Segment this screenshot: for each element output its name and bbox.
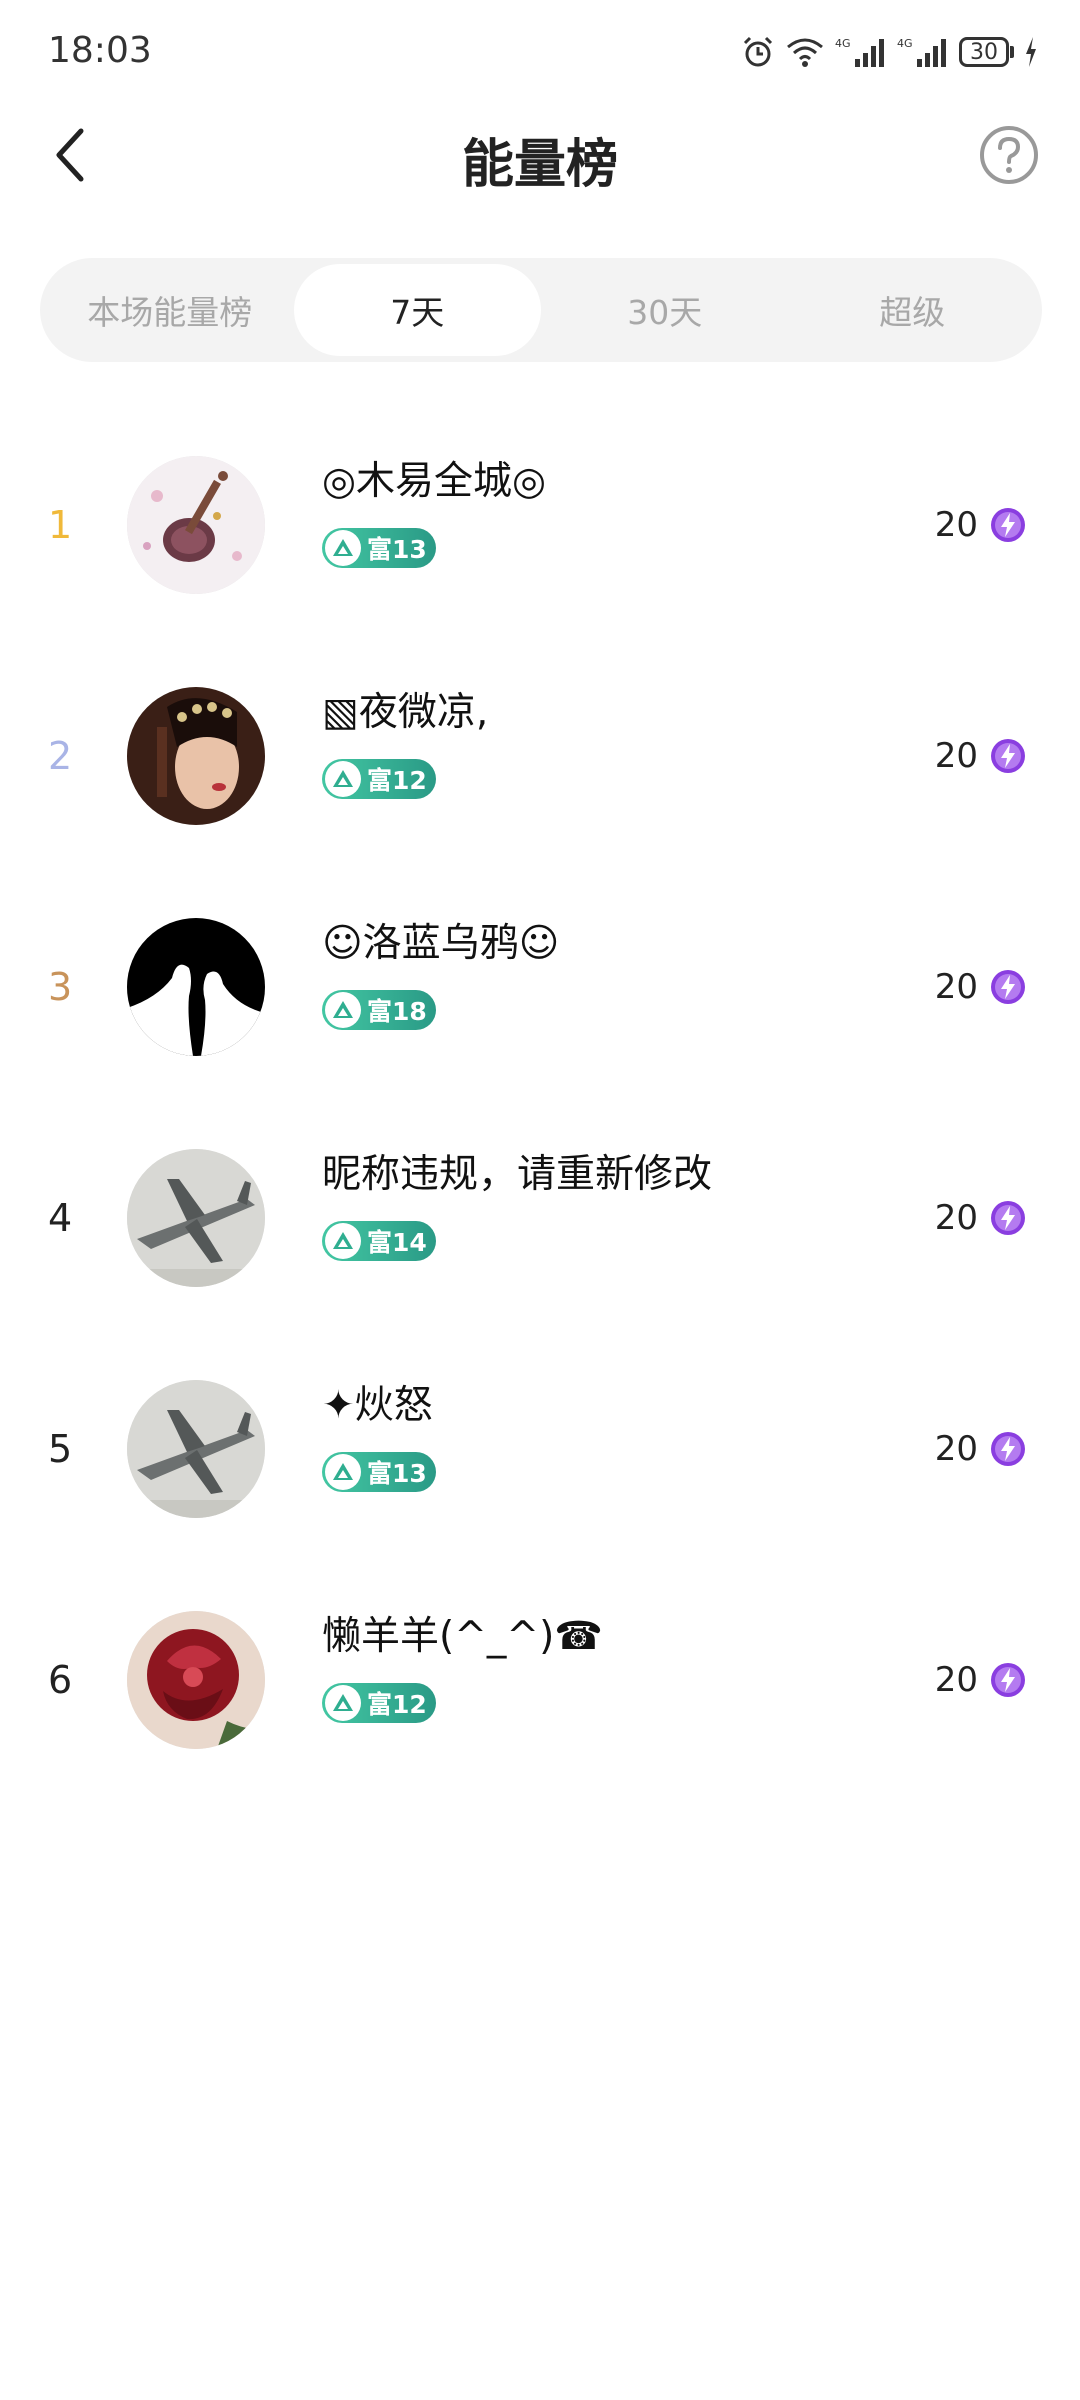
energy-score: 20 (935, 1113, 1026, 1323)
wealth-badge: 富18 (322, 990, 436, 1030)
avatar[interactable] (127, 1611, 265, 1749)
wealth-level: 富13 (367, 1459, 427, 1488)
tab-30-days[interactable]: 30天 (541, 264, 789, 356)
score-value: 20 (934, 1429, 978, 1469)
wealth-level: 富14 (367, 1228, 427, 1257)
wealth-level-icon (325, 992, 361, 1028)
avatar[interactable] (127, 1380, 265, 1518)
avatar[interactable] (127, 1149, 265, 1287)
wealth-badge: 富12 (322, 1683, 436, 1723)
tab-7-days[interactable]: 7天 (293, 264, 541, 356)
battery-icon: 30 (959, 37, 1014, 67)
avatar[interactable] (127, 456, 265, 594)
user-name: ✦炏怒 (322, 1383, 433, 1428)
ranking-row[interactable]: 5 ✦炏怒 富13 20 (0, 1344, 1080, 1575)
wealth-level-icon (325, 761, 361, 797)
ranking-row[interactable]: 1 ◎木易全城◎ 富13 20 (0, 420, 1080, 651)
svg-text:4G: 4G (835, 37, 851, 50)
rank-number: 5 (48, 1427, 73, 1471)
question-circle-icon (980, 126, 1038, 184)
lightning-icon (991, 739, 1025, 773)
wealth-level-icon (325, 1685, 361, 1721)
lightning-icon (991, 1201, 1025, 1235)
lightning-icon (991, 970, 1025, 1004)
status-bar: 18:03 4G 4G 30 (0, 0, 1080, 100)
signal-icon: 4G (835, 35, 887, 69)
wealth-level: 富12 (367, 766, 427, 795)
signal-icon-2: 4G (897, 35, 949, 69)
status-time: 18:03 (48, 30, 152, 71)
wealth-level-icon (325, 1223, 361, 1259)
lightning-icon (991, 508, 1025, 542)
avatar[interactable] (127, 918, 265, 1056)
rank-number: 4 (48, 1196, 73, 1240)
ranking-row[interactable]: 3 ☺洛蓝乌鸦☺ 富18 20 (0, 882, 1080, 1113)
energy-score: 20 (935, 882, 1026, 1092)
wealth-badge: 富13 (322, 528, 436, 568)
period-tabs: 本场能量榜 7天 30天 超级 (40, 258, 1042, 362)
wealth-badge: 富12 (322, 759, 436, 799)
lightning-icon (991, 1663, 1025, 1697)
rank-number: 3 (48, 965, 73, 1009)
tab-super[interactable]: 超级 (789, 264, 1037, 356)
battery-level: 30 (959, 37, 1009, 67)
user-name: ◎木易全城◎ (322, 459, 547, 504)
help-button[interactable] (978, 124, 1040, 186)
ranking-row[interactable]: 4 昵称违规，请重新修改 富14 20 (0, 1113, 1080, 1344)
energy-score: 20 (935, 1344, 1026, 1554)
wealth-level-icon (325, 530, 361, 566)
score-value: 20 (934, 967, 978, 1007)
rank-number: 2 (48, 734, 73, 778)
score-value: 20 (934, 505, 978, 545)
user-name: ▧夜微凉, (322, 690, 489, 735)
user-name: 懒羊羊(^_^)☎ (322, 1614, 603, 1659)
user-name: 昵称违规，请重新修改 (322, 1152, 713, 1197)
wealth-level: 富18 (367, 997, 427, 1026)
wealth-level: 富12 (367, 1690, 427, 1719)
energy-score: 20 (935, 420, 1026, 630)
ranking-row[interactable]: 2 ▧夜微凉, 富12 20 (0, 651, 1080, 882)
lightning-icon (991, 1432, 1025, 1466)
score-value: 20 (934, 736, 978, 776)
wealth-level: 富13 (367, 535, 427, 564)
energy-score: 20 (935, 651, 1026, 861)
wealth-badge: 富13 (322, 1452, 436, 1492)
tab-current-session[interactable]: 本场能量榜 (46, 264, 294, 356)
wifi-icon (785, 35, 825, 69)
user-name: ☺洛蓝乌鸦☺ (322, 921, 560, 966)
avatar[interactable] (127, 687, 265, 825)
rank-number: 1 (48, 503, 73, 547)
page-title: 能量榜 (461, 135, 618, 195)
score-value: 20 (934, 1198, 978, 1238)
alarm-icon (741, 35, 775, 69)
charging-icon (1024, 35, 1038, 69)
wealth-level-icon (325, 1454, 361, 1490)
ranking-list: 1 ◎木易全城◎ 富13 20 2 ▧夜微凉, 富12 20 3 ☺洛蓝乌鸦☺ … (0, 420, 1080, 1806)
wealth-badge: 富14 (322, 1221, 436, 1261)
score-value: 20 (934, 1660, 978, 1700)
header: 能量榜 (0, 100, 1080, 210)
status-icons: 4G 4G 30 (741, 32, 1038, 72)
ranking-row[interactable]: 6 懒羊羊(^_^)☎ 富12 20 (0, 1575, 1080, 1806)
rank-number: 6 (48, 1658, 73, 1702)
energy-score: 20 (935, 1575, 1026, 1785)
svg-text:4G: 4G (897, 37, 913, 50)
